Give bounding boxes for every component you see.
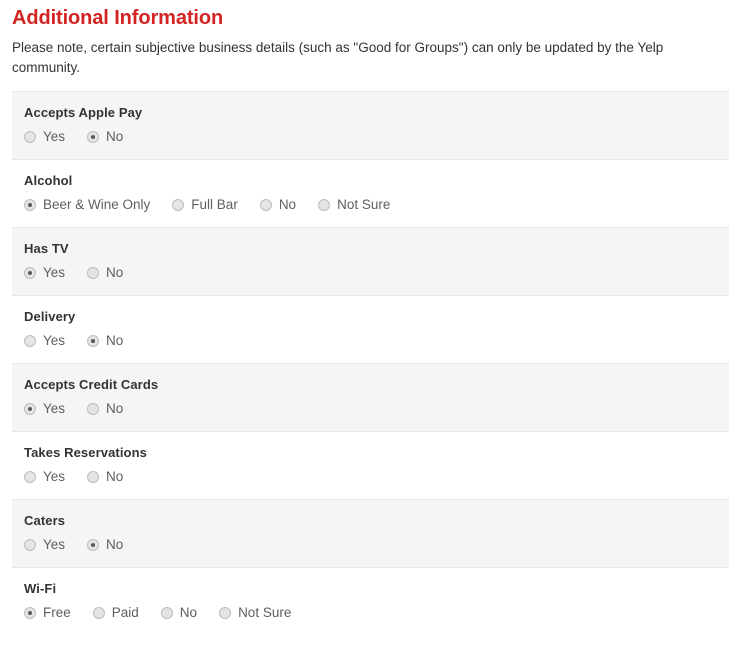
attribute-label: Takes Reservations bbox=[24, 445, 147, 460]
attribute-row-takes-reservations: Takes Reservations Yes No bbox=[12, 432, 729, 500]
radio-group-has-tv: Yes No bbox=[24, 265, 729, 281]
attribute-row-has-tv: Has TV Yes No bbox=[12, 228, 729, 296]
radio-option-delivery-yes[interactable]: Yes bbox=[24, 333, 65, 349]
radio-option-label: Full Bar bbox=[191, 197, 238, 212]
radio-option-accepts-credit-cards-no[interactable]: No bbox=[87, 401, 123, 417]
radio-option-label: No bbox=[106, 469, 124, 484]
radio-unchecked-icon[interactable] bbox=[92, 607, 105, 619]
radio-option-caters-yes[interactable]: Yes bbox=[24, 537, 65, 553]
attribute-row-caters: Caters Yes No bbox=[12, 500, 729, 568]
radio-option-wi-fi-paid[interactable]: Paid bbox=[92, 605, 139, 621]
radio-unchecked-icon[interactable] bbox=[24, 471, 36, 483]
radio-option-label: Free bbox=[43, 605, 71, 620]
radio-option-label: No bbox=[106, 129, 124, 144]
radio-option-accepts-apple-pay-no[interactable]: No bbox=[87, 129, 123, 145]
radio-checked-icon[interactable] bbox=[87, 539, 100, 551]
radio-option-wi-fi-not-sure[interactable]: Not Sure bbox=[219, 605, 291, 621]
attribute-row-accepts-credit-cards: Accepts Credit Cards Yes No bbox=[12, 364, 729, 432]
radio-option-label: Not Sure bbox=[238, 605, 292, 620]
page-note: Please note, certain subjective business… bbox=[12, 40, 664, 75]
radio-group-wi-fi: Free Paid No Not Sure bbox=[24, 605, 729, 621]
radio-option-alcohol-full-bar[interactable]: Full Bar bbox=[172, 197, 238, 213]
radio-option-alcohol-beer-wine-only[interactable]: Beer & Wine Only bbox=[24, 197, 150, 213]
radio-option-takes-reservations-yes[interactable]: Yes bbox=[24, 469, 65, 485]
radio-checked-icon[interactable] bbox=[24, 199, 36, 211]
radio-option-alcohol-no[interactable]: No bbox=[259, 197, 297, 213]
attribute-label: Delivery bbox=[24, 309, 76, 324]
attribute-label: Accepts Apple Pay bbox=[24, 105, 143, 120]
radio-checked-icon[interactable] bbox=[24, 607, 36, 619]
radio-group-accepts-apple-pay: Yes No bbox=[24, 129, 729, 145]
radio-unchecked-icon[interactable] bbox=[24, 131, 36, 143]
radio-unchecked-icon[interactable] bbox=[160, 607, 173, 619]
radio-group-accepts-credit-cards: Yes No bbox=[24, 401, 729, 417]
radio-option-has-tv-no[interactable]: No bbox=[87, 265, 123, 281]
radio-checked-icon[interactable] bbox=[87, 335, 100, 347]
radio-option-label: Beer & Wine Only bbox=[43, 197, 151, 212]
radio-option-caters-no[interactable]: No bbox=[87, 537, 123, 553]
attribute-row-wi-fi: Wi-Fi Free Paid No Not Sure bbox=[12, 568, 729, 635]
radio-option-label: No bbox=[106, 333, 124, 348]
radio-option-accepts-credit-cards-yes[interactable]: Yes bbox=[24, 401, 65, 417]
radio-option-takes-reservations-no[interactable]: No bbox=[87, 469, 123, 485]
radio-option-label: No bbox=[179, 605, 198, 620]
radio-option-label: No bbox=[106, 401, 124, 416]
radio-option-label: Paid bbox=[111, 605, 139, 620]
radio-option-label: No bbox=[106, 265, 124, 280]
radio-option-wi-fi-free[interactable]: Free bbox=[24, 605, 71, 621]
radio-option-has-tv-yes[interactable]: Yes bbox=[24, 265, 65, 281]
radio-group-alcohol: Beer & Wine Only Full Bar No Not Sure bbox=[24, 197, 729, 213]
radio-option-delivery-no[interactable]: No bbox=[87, 333, 123, 349]
radio-option-label: No bbox=[106, 537, 124, 552]
attribute-row-alcohol: Alcohol Beer & Wine Only Full Bar No Not Sur… bbox=[12, 160, 729, 228]
attribute-label: Wi-Fi bbox=[24, 581, 57, 596]
radio-checked-icon[interactable] bbox=[24, 267, 36, 279]
radio-option-label: Yes bbox=[43, 469, 66, 484]
radio-option-label: No bbox=[278, 197, 297, 212]
radio-option-label: Yes bbox=[43, 401, 66, 416]
radio-unchecked-icon[interactable] bbox=[87, 403, 100, 415]
radio-unchecked-icon[interactable] bbox=[318, 199, 331, 211]
radio-unchecked-icon[interactable] bbox=[172, 199, 185, 211]
attribute-label: Caters bbox=[24, 513, 66, 528]
radio-option-label: Yes bbox=[43, 129, 66, 144]
radio-option-alcohol-not-sure[interactable]: Not Sure bbox=[318, 197, 390, 213]
radio-unchecked-icon[interactable] bbox=[24, 539, 36, 551]
attribute-list: Accepts Apple Pay Yes No Alcohol Beer & Wine… bbox=[12, 91, 729, 635]
radio-group-delivery: Yes No bbox=[24, 333, 729, 349]
attribute-label: Has TV bbox=[24, 241, 69, 256]
radio-option-label: Yes bbox=[43, 265, 66, 280]
radio-unchecked-icon[interactable] bbox=[219, 607, 232, 619]
attribute-row-accepts-apple-pay: Accepts Apple Pay Yes No bbox=[12, 92, 729, 160]
radio-unchecked-icon[interactable] bbox=[87, 471, 100, 483]
radio-option-wi-fi-no[interactable]: No bbox=[160, 605, 198, 621]
radio-group-takes-reservations: Yes No bbox=[24, 469, 729, 485]
radio-unchecked-icon[interactable] bbox=[259, 199, 272, 211]
radio-option-label: Yes bbox=[43, 537, 66, 552]
attribute-label: Alcohol bbox=[24, 173, 73, 188]
radio-checked-icon[interactable] bbox=[24, 403, 36, 415]
attribute-row-delivery: Delivery Yes No bbox=[12, 296, 729, 364]
additional-information-page: Additional Information Please note, cert… bbox=[0, 0, 741, 649]
radio-option-accepts-apple-pay-yes[interactable]: Yes bbox=[24, 129, 65, 145]
radio-checked-icon[interactable] bbox=[87, 131, 100, 143]
page-title: Additional Information bbox=[12, 7, 224, 29]
radio-group-caters: Yes No bbox=[24, 537, 729, 553]
attribute-label: Accepts Credit Cards bbox=[24, 377, 159, 392]
radio-unchecked-icon[interactable] bbox=[24, 335, 36, 347]
radio-option-label: Not Sure bbox=[337, 197, 391, 212]
radio-unchecked-icon[interactable] bbox=[87, 267, 100, 279]
radio-option-label: Yes bbox=[43, 333, 66, 348]
